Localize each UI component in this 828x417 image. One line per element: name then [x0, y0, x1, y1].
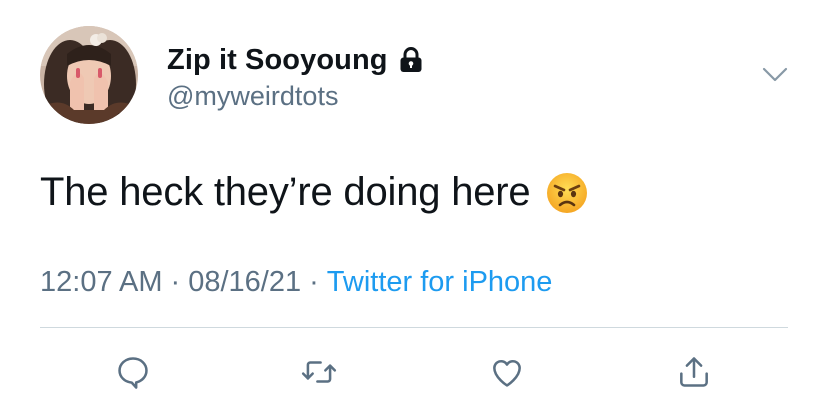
reply-button[interactable]: [111, 350, 155, 394]
divider: [40, 327, 788, 328]
meta-separator: ·: [309, 266, 319, 298]
tweet-time[interactable]: 12:07 AM: [40, 266, 163, 299]
chevron-down-icon[interactable]: [762, 66, 788, 84]
like-icon: [493, 360, 521, 387]
tweet-source-link[interactable]: Twitter for iPhone: [327, 266, 553, 299]
tweet-text: The heck they’re doing here: [40, 170, 588, 215]
retweet-button[interactable]: [297, 350, 341, 394]
like-button[interactable]: [485, 350, 529, 394]
lock-icon: [399, 47, 423, 73]
avatar[interactable]: [40, 26, 138, 124]
meta-separator: ·: [170, 266, 181, 298]
tweet-meta: 12:07 AM · 08/16/21 · Twitter for iPhone: [40, 266, 552, 299]
tweet-actions: [0, 350, 828, 394]
share-button[interactable]: [672, 350, 716, 394]
avatar-photo: [40, 26, 138, 124]
reply-icon: [118, 357, 148, 389]
tweet-body: The heck they’re doing here: [40, 170, 531, 214]
tweet-date[interactable]: 08/16/21: [188, 266, 301, 299]
retweet-icon: [301, 361, 337, 383]
author-handle[interactable]: @myweirdtots: [167, 81, 338, 112]
angry-face-emoji: [546, 172, 588, 214]
author-name-row: Zip it Sooyoung: [167, 42, 423, 78]
display-name[interactable]: Zip it Sooyoung: [167, 44, 388, 77]
share-icon: [680, 357, 708, 387]
tweet-card: Zip it Sooyoung @myweirdtots The heck th…: [0, 0, 828, 417]
